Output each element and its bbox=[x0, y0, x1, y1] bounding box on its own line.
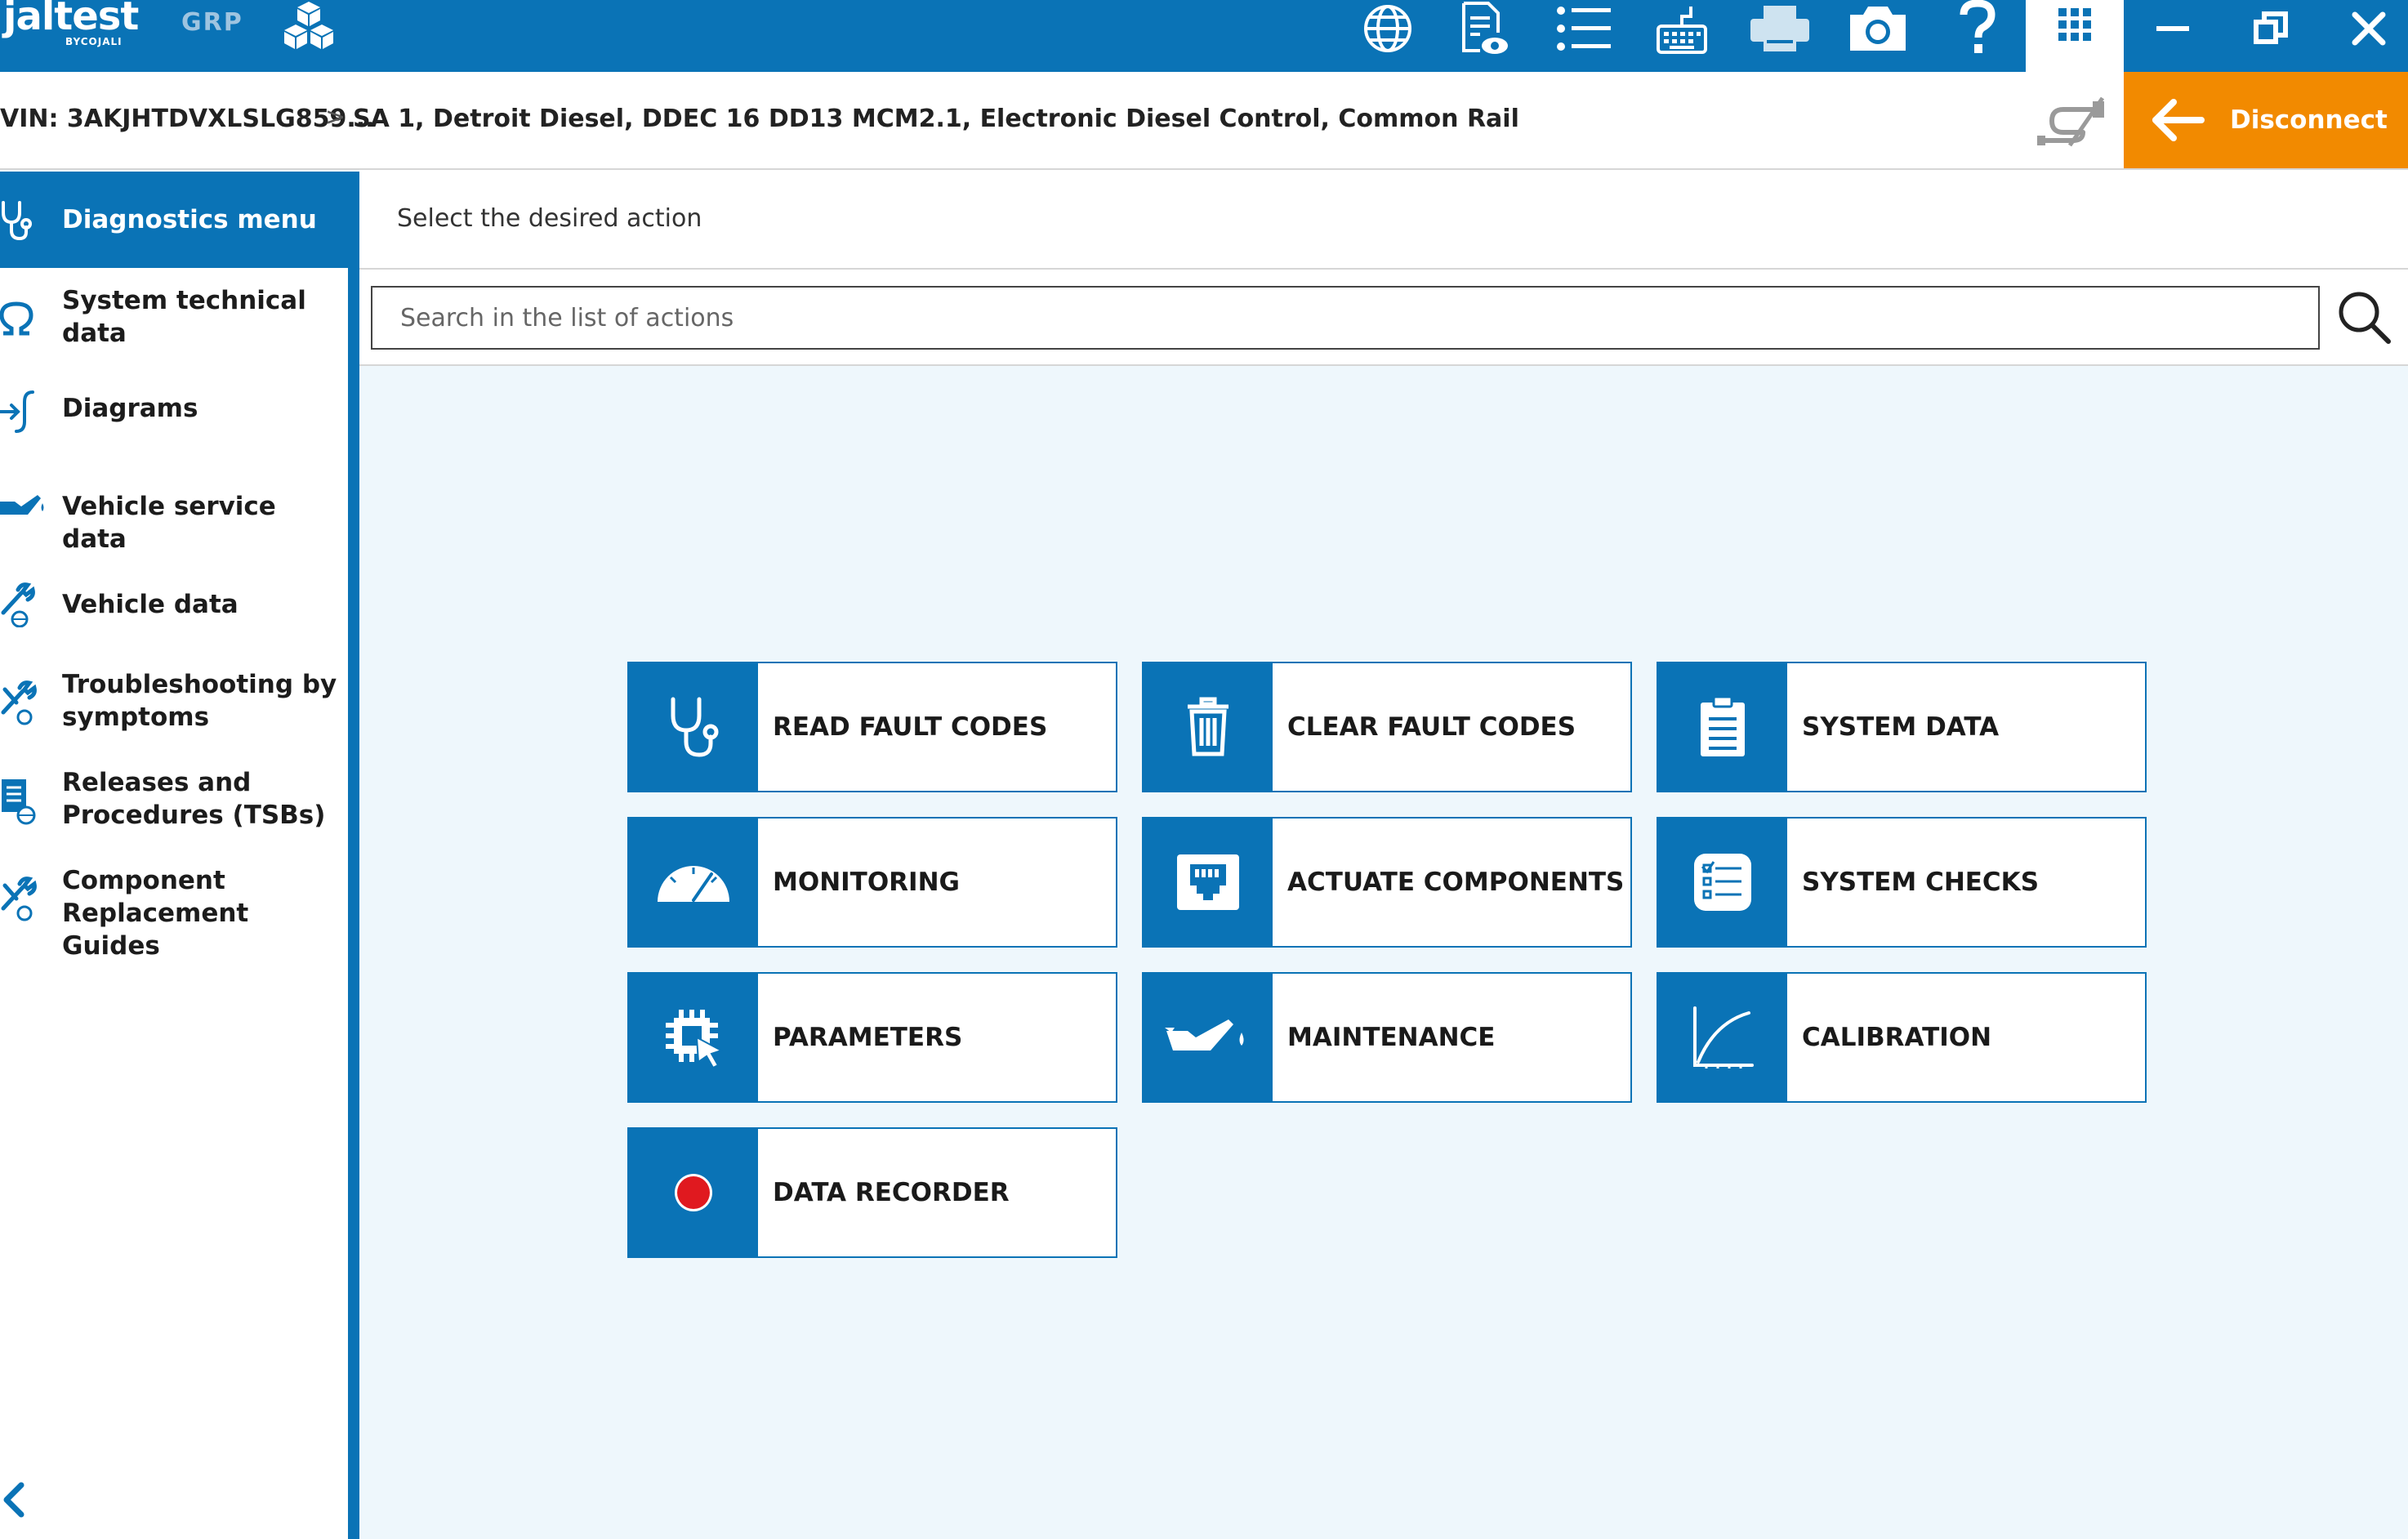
sidebar-item-releases-and-procedures[interactable]: Releases and Procedures (TSBs) bbox=[0, 760, 348, 841]
page-title: Select the desired action bbox=[397, 204, 702, 233]
sidebar-item-vehicle-data[interactable]: Vehicle data bbox=[0, 564, 348, 645]
top-toolbar: jaltest BYCOJALI GRP bbox=[0, 0, 2408, 72]
action-label: SYSTEM DATA bbox=[1802, 712, 2000, 742]
search-bar bbox=[359, 270, 2408, 366]
arrow-left-icon bbox=[2124, 97, 2230, 143]
connection-cable-icon bbox=[2037, 96, 2105, 147]
cubes-logo-icon bbox=[284, 2, 333, 49]
sidebar-item-vehicle-service-data[interactable]: Vehicle service data bbox=[0, 466, 348, 554]
printer-icon[interactable] bbox=[1743, 0, 1817, 57]
stethoscope-icon bbox=[629, 663, 758, 791]
sidebar-item-label: Diagnostics menu bbox=[62, 205, 317, 234]
camera-icon[interactable] bbox=[1841, 0, 1915, 57]
close-icon[interactable] bbox=[2320, 0, 2408, 57]
action-label: CLEAR FAULT CODES bbox=[1287, 712, 1576, 742]
wrench-globe-icon bbox=[0, 582, 49, 627]
gauge-icon bbox=[629, 819, 758, 946]
breadcrumb-separator: > bbox=[325, 103, 346, 132]
read-fault-codes-button[interactable]: READ FAULT CODES bbox=[627, 662, 1117, 792]
disconnect-button[interactable]: Disconnect bbox=[2124, 72, 2408, 168]
breadcrumb: VIN: 3AKJHTDVXLSLG859... > SA 1, Detroit… bbox=[0, 72, 2408, 170]
action-label: PARAMETERS bbox=[773, 1023, 963, 1052]
keyboard-icon[interactable] bbox=[1645, 0, 1719, 57]
minimize-icon[interactable] bbox=[2124, 0, 2222, 57]
wiring-icon bbox=[0, 390, 49, 433]
action-label: MONITORING bbox=[773, 868, 960, 897]
sidebar-item-component-replacement-guides[interactable]: Component Replacement Guides bbox=[0, 858, 348, 961]
help-icon[interactable] bbox=[1941, 0, 2014, 57]
chip-cursor-icon bbox=[629, 974, 758, 1101]
system-data-button[interactable]: SYSTEM DATA bbox=[1657, 662, 2147, 792]
main-header: Select the desired action bbox=[359, 172, 2408, 270]
logo-text: jaltest bbox=[3, 0, 139, 39]
breadcrumb-system: SA 1, Detroit Diesel, DDEC 16 DD13 MCM2.… bbox=[353, 105, 1519, 133]
parameters-button[interactable]: PARAMETERS bbox=[627, 972, 1117, 1103]
system-checks-button[interactable]: SYSTEM CHECKS bbox=[1657, 817, 2147, 948]
actions-panel: READ FAULT CODES CLEAR FAULT CODES SYSTE… bbox=[359, 366, 2408, 1539]
tools-globe-icon bbox=[0, 680, 49, 725]
sidebar-item-diagnostics-menu[interactable]: Diagnostics menu bbox=[0, 172, 348, 268]
search-icon[interactable] bbox=[2336, 289, 2392, 345]
sidebar-item-label: System technical data bbox=[62, 286, 306, 348]
sidebar-item-diagrams[interactable]: Diagrams bbox=[0, 368, 348, 449]
monitoring-button[interactable]: MONITORING bbox=[627, 817, 1117, 948]
oil-can-icon bbox=[0, 490, 49, 523]
action-label: ACTUATE COMPONENTS bbox=[1287, 868, 1625, 897]
curve-graph-icon bbox=[1658, 974, 1787, 1101]
connector-icon bbox=[1144, 819, 1273, 946]
sidebar: Diagnostics menu System technical data D… bbox=[0, 172, 359, 1539]
restore-icon[interactable] bbox=[2222, 0, 2320, 57]
sidebar-item-label: Releases and Procedures (TSBs) bbox=[62, 768, 326, 830]
document-globe-icon bbox=[0, 778, 49, 825]
action-label: MAINTENANCE bbox=[1287, 1023, 1496, 1052]
disconnect-label: Disconnect bbox=[2230, 105, 2388, 135]
tools-globe-icon bbox=[0, 876, 49, 921]
document-view-icon[interactable] bbox=[1447, 0, 1521, 57]
sidebar-item-system-technical-data[interactable]: System technical data bbox=[0, 278, 348, 359]
sidebar-item-label: Diagrams bbox=[62, 394, 198, 423]
sidebar-item-troubleshooting-by-symptoms[interactable]: Troubleshooting by symptoms bbox=[0, 662, 348, 743]
oil-can-icon bbox=[1144, 974, 1273, 1101]
action-label: DATA RECORDER bbox=[773, 1178, 1010, 1207]
apps-grid-icon bbox=[2058, 8, 2091, 41]
sidebar-item-label: Vehicle service data bbox=[62, 492, 276, 554]
action-label: CALIBRATION bbox=[1802, 1023, 1992, 1052]
globe-icon[interactable] bbox=[1351, 0, 1425, 57]
action-label: READ FAULT CODES bbox=[773, 712, 1048, 742]
maintenance-button[interactable]: MAINTENANCE bbox=[1142, 972, 1632, 1103]
list-icon[interactable] bbox=[1547, 0, 1621, 57]
calibration-button[interactable]: CALIBRATION bbox=[1657, 972, 2147, 1103]
omega-icon bbox=[0, 301, 49, 337]
actuate-components-button[interactable]: ACTUATE COMPONENTS bbox=[1142, 817, 1632, 948]
apps-grid-tab[interactable] bbox=[2026, 0, 2124, 72]
search-input[interactable] bbox=[371, 286, 2320, 350]
logo-subtitle: BYCOJALI bbox=[65, 36, 123, 47]
sidebar-item-label: Component Replacement Guides bbox=[62, 866, 249, 961]
collapse-sidebar-icon[interactable] bbox=[0, 1475, 33, 1524]
checklist-icon bbox=[1658, 819, 1787, 946]
action-label: SYSTEM CHECKS bbox=[1802, 868, 2040, 897]
stethoscope-icon bbox=[0, 199, 49, 242]
clear-fault-codes-button[interactable]: CLEAR FAULT CODES bbox=[1142, 662, 1632, 792]
record-icon bbox=[629, 1129, 758, 1256]
sidebar-item-label: Troubleshooting by symptoms bbox=[62, 670, 337, 732]
data-recorder-button[interactable]: DATA RECORDER bbox=[627, 1127, 1117, 1258]
sidebar-item-label: Vehicle data bbox=[62, 590, 239, 619]
clipboard-icon bbox=[1658, 663, 1787, 791]
breadcrumb-vin[interactable]: VIN: 3AKJHTDVXLSLG859... bbox=[0, 105, 375, 133]
trash-icon bbox=[1144, 663, 1273, 791]
grp-label: GRP bbox=[181, 8, 243, 37]
